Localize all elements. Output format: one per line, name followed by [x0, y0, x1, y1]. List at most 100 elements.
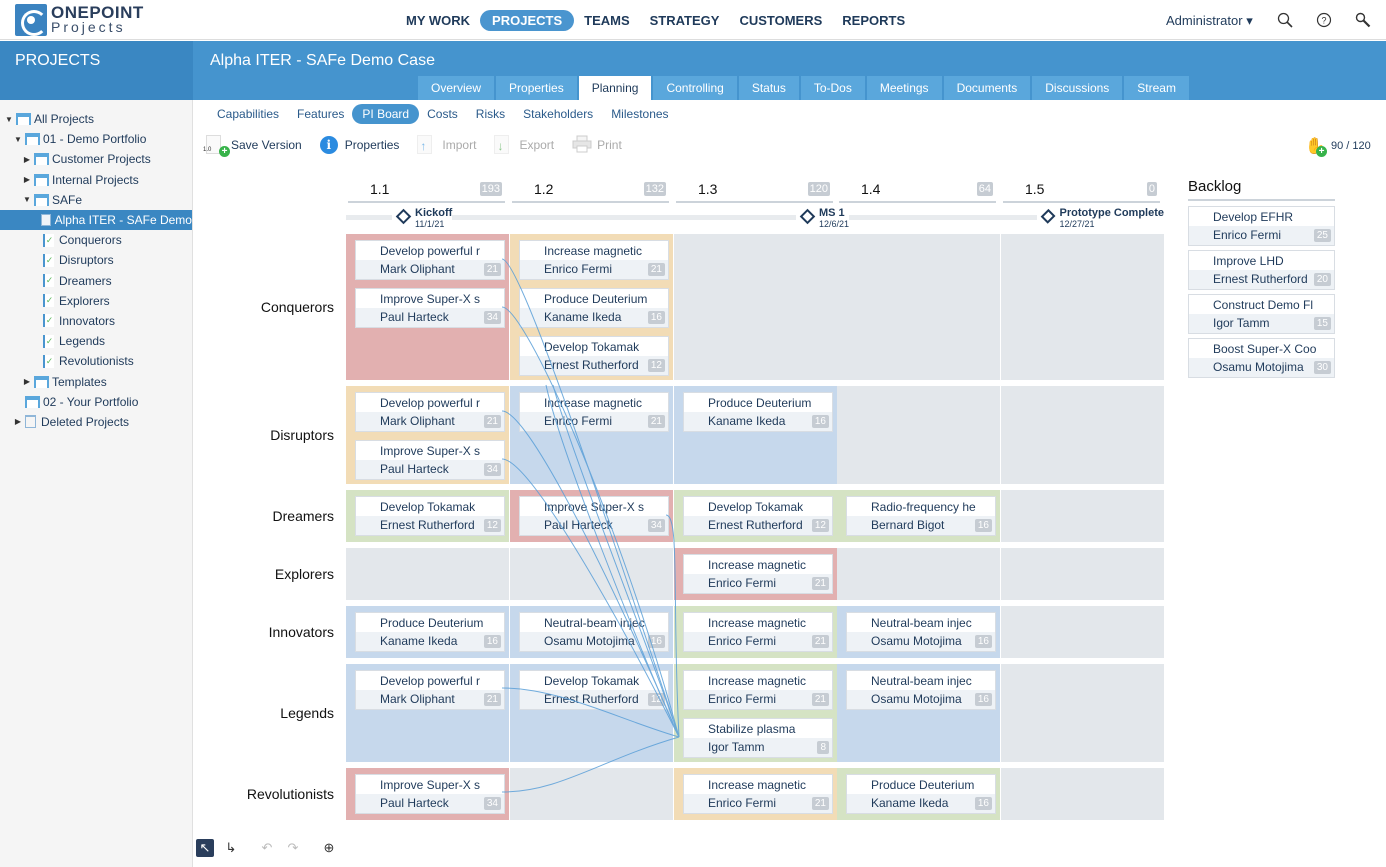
tree-item-disruptors[interactable]: ✓ Disruptors	[0, 250, 192, 270]
import-button[interactable]: ↑ Import	[417, 134, 476, 156]
board-cell[interactable]: Develop powerful r Mark Oliphant 21	[346, 664, 509, 762]
expand-toggle-icon[interactable]: ▼	[22, 195, 32, 204]
board-cell[interactable]: Improve Super-X s Paul Harteck 34	[346, 768, 509, 820]
tab-properties[interactable]: Properties	[496, 76, 577, 100]
assign-icon[interactable]: ⊕	[320, 839, 338, 857]
iteration-header[interactable]: 1.3 120	[676, 179, 833, 203]
subtab-capabilities[interactable]: Capabilities	[207, 104, 289, 124]
tree-item-02-your-portfolio[interactable]: 02 - Your Portfolio	[0, 392, 192, 412]
feature-card[interactable]: Stabilize plasma Igor Tamm 8	[683, 718, 833, 758]
feature-card[interactable]: Improve Super-X s Paul Harteck 34	[355, 288, 505, 328]
board-cell[interactable]: Increase magnetic Enrico Fermi 21	[510, 386, 673, 484]
board-cell[interactable]	[346, 548, 509, 600]
iteration-header[interactable]: 1.2 132	[512, 179, 669, 203]
nav-customers[interactable]: CUSTOMERS	[729, 10, 832, 31]
board-cell[interactable]: Increase magnetic Enrico Fermi 21	[674, 768, 837, 820]
tree-item-innovators[interactable]: ✓ Innovators	[0, 311, 192, 331]
board-cell[interactable]	[1001, 606, 1164, 658]
board-cell[interactable]	[510, 548, 673, 600]
board-cell[interactable]	[510, 768, 673, 820]
feature-card[interactable]: Neutral-beam injec Osamu Motojima 16	[846, 670, 996, 710]
feature-card[interactable]: Increase magnetic Enrico Fermi 21	[683, 612, 833, 652]
nav-strategy[interactable]: STRATEGY	[640, 10, 730, 31]
feature-card[interactable]: Radio-frequency he Bernard Bigot 16	[846, 496, 996, 536]
tab-stream[interactable]: Stream	[1124, 76, 1189, 100]
board-cell[interactable]: Increase magnetic Enrico Fermi 21 Stabilize…	[674, 664, 837, 762]
tree-item-legends[interactable]: ✓ Legends	[0, 331, 192, 351]
feature-card[interactable]: Increase magnetic Enrico Fermi 21	[683, 774, 833, 814]
tree-item-conquerors[interactable]: ✓ Conquerors	[0, 230, 192, 250]
subtab-costs[interactable]: Costs	[417, 104, 468, 124]
user-menu[interactable]: Administrator ▾	[1166, 13, 1253, 29]
board-cell[interactable]	[1001, 548, 1164, 600]
tree-item-dreamers[interactable]: ✓ Dreamers	[0, 271, 192, 291]
nav-reports[interactable]: REPORTS	[832, 10, 915, 31]
board-cell[interactable]: Neutral-beam injec Osamu Motojima 16	[837, 606, 1000, 658]
feature-card[interactable]: Neutral-beam injec Osamu Motojima 16	[846, 612, 996, 652]
board-cell[interactable]: Radio-frequency he Bernard Bigot 16	[837, 490, 1000, 542]
tab-planning[interactable]: Planning	[578, 76, 652, 100]
board-cell[interactable]	[837, 234, 1000, 380]
feature-card[interactable]: Neutral-beam injec Osamu Motojima 16	[519, 612, 669, 652]
redo-icon[interactable]: ↷	[284, 839, 302, 857]
search-icon[interactable]	[1276, 12, 1294, 30]
iteration-header[interactable]: 1.5 0	[1003, 179, 1160, 203]
board-cell[interactable]	[674, 234, 837, 380]
help-icon[interactable]: ?	[1315, 12, 1333, 30]
expand-toggle-icon[interactable]: ▼	[13, 135, 23, 144]
tree-item-deleted-projects[interactable]: ▶ Deleted Projects	[0, 412, 192, 432]
board-cell[interactable]	[1001, 768, 1164, 820]
feature-card[interactable]: Improve Super-X s Paul Harteck 34	[355, 440, 505, 480]
tree-item-templates[interactable]: ▶ Templates	[0, 371, 192, 391]
undo-icon[interactable]: ↶	[258, 839, 276, 857]
milestone-kickoff[interactable]: Kickoff 11/1/21	[392, 207, 453, 229]
feature-card[interactable]: Produce Deuterium Kaname Ikeda 16	[519, 288, 669, 328]
board-cell[interactable]: Neutral-beam injec Osamu Motojima 16	[510, 606, 673, 658]
backlog-card[interactable]: Boost Super-X Coo Osamu Motojima 30	[1188, 338, 1335, 378]
board-cell[interactable]	[837, 548, 1000, 600]
board-cell[interactable]	[1001, 234, 1164, 380]
tree-item-all-projects[interactable]: ▼ All Projects	[0, 109, 192, 129]
board-cell[interactable]: Develop Tokamak Ernest Rutherford 12	[346, 490, 509, 542]
feature-card[interactable]: Develop Tokamak Ernest Rutherford 12	[683, 496, 833, 536]
logo[interactable]: ONEPOINT Projects	[15, 4, 144, 36]
subtab-stakeholders[interactable]: Stakeholders	[513, 104, 603, 124]
board-cell[interactable]: Neutral-beam injec Osamu Motojima 16	[837, 664, 1000, 762]
connect-tool-icon[interactable]: ↳	[222, 839, 240, 857]
feature-card[interactable]: Develop Tokamak Ernest Rutherford 12	[355, 496, 505, 536]
tab-meetings[interactable]: Meetings	[866, 76, 942, 100]
expand-toggle-icon[interactable]: ▶	[22, 155, 32, 164]
backlog-card[interactable]: Construct Demo Fl Igor Tamm 15	[1188, 294, 1335, 334]
board-cell[interactable]: Increase magnetic Enrico Fermi 21	[674, 606, 837, 658]
subtab-risks[interactable]: Risks	[466, 104, 515, 124]
board-cell[interactable]: Increase magnetic Enrico Fermi 21 Produce D…	[510, 234, 673, 380]
board-cell[interactable]: Produce Deuterium Kaname Ikeda 16	[346, 606, 509, 658]
tree-item-internal-projects[interactable]: ▶ Internal Projects	[0, 170, 192, 190]
save-version-button[interactable]: 1.0 + Save Version	[203, 134, 302, 157]
milestone-ms-1[interactable]: MS 1 12/6/21	[796, 207, 850, 229]
board-cell[interactable]: Improve Super-X s Paul Harteck 34	[510, 490, 673, 542]
board-cell[interactable]	[1001, 386, 1164, 484]
subtab-pi-board[interactable]: PI Board	[352, 104, 420, 124]
wrench-icon[interactable]	[1354, 12, 1372, 30]
tree-item-revolutionists[interactable]: ✓ Revolutionists	[0, 351, 192, 371]
feature-card[interactable]: Improve Super-X s Paul Harteck 34	[519, 496, 669, 536]
milestone-prototype-complete[interactable]: Prototype Complete 12/27/21	[1037, 207, 1164, 229]
nav-teams[interactable]: TEAMS	[574, 10, 640, 31]
tree-item-alpha-iter-safe-demo[interactable]: Alpha ITER - SAFe Demo	[0, 209, 192, 231]
iteration-header[interactable]: 1.4 64	[839, 179, 996, 203]
iteration-header[interactable]: 1.1 193	[348, 179, 505, 203]
board-cell[interactable]: Develop powerful r Mark Oliphant 21 Improve…	[346, 234, 509, 380]
board-cell[interactable]: Produce Deuterium Kaname Ikeda 16	[674, 386, 837, 484]
expand-toggle-icon[interactable]: ▶	[22, 377, 32, 386]
board-cell[interactable]: Produce Deuterium Kaname Ikeda 16	[837, 768, 1000, 820]
feature-card[interactable]: Increase magnetic Enrico Fermi 21	[519, 392, 669, 432]
tab-status[interactable]: Status	[738, 76, 799, 100]
board-cell[interactable]	[1001, 490, 1164, 542]
board-cell[interactable]: Develop powerful r Mark Oliphant 21 Improve…	[346, 386, 509, 484]
tab-discussions[interactable]: Discussions	[1032, 76, 1123, 100]
tab-documents[interactable]: Documents	[943, 76, 1031, 100]
board-cell[interactable]: Increase magnetic Enrico Fermi 21	[674, 548, 837, 600]
properties-button[interactable]: i Properties	[319, 134, 399, 156]
subtab-features[interactable]: Features	[287, 104, 354, 124]
